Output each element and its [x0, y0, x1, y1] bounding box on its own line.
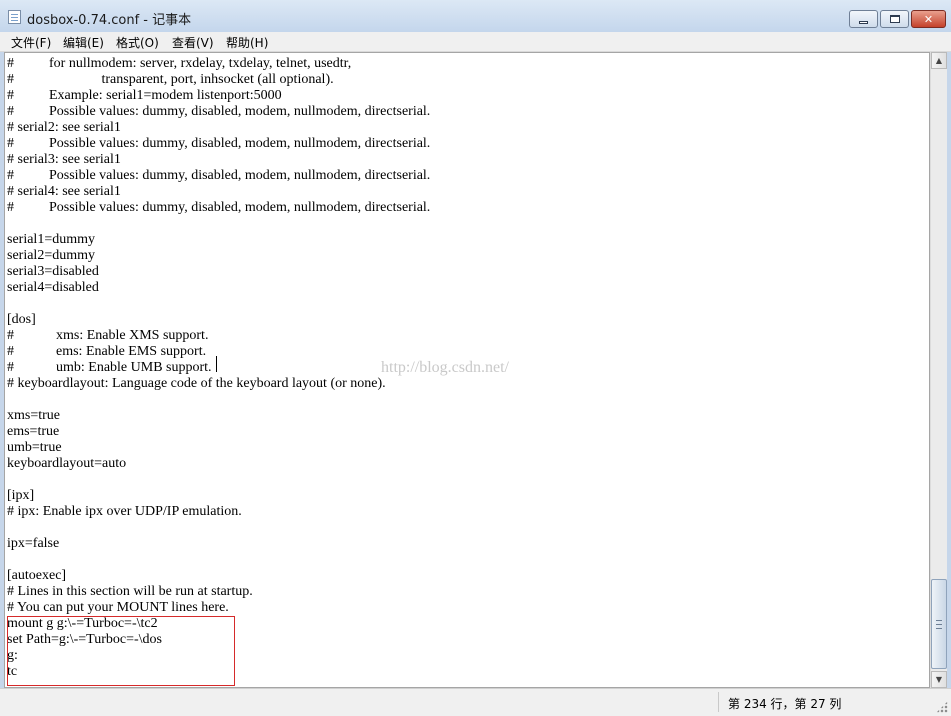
minimize-icon — [859, 20, 868, 24]
close-icon: ✕ — [923, 12, 934, 26]
editor-line: # serial3: see serial1 — [7, 152, 121, 167]
editor-line: # Possible values: dummy, disabled, mode… — [7, 200, 431, 215]
notepad-window: dosbox-0.74.conf - 记事本 ✕ 文件(F) 编辑(E) 格式(… — [0, 0, 951, 716]
scroll-up-button[interactable]: ▲ — [931, 52, 947, 69]
editor-line: serial4=disabled — [7, 280, 99, 295]
grip-icon — [936, 620, 942, 629]
editor-line: keyboardlayout=auto — [7, 456, 127, 471]
editor-line: # Possible values: dummy, disabled, mode… — [7, 168, 431, 183]
editor-line: # You can put your MOUNT lines here. — [7, 600, 229, 615]
editor-line: [dos] — [7, 312, 36, 327]
menu-view[interactable]: 查看(V) — [172, 34, 214, 51]
menu-help[interactable]: 帮助(H) — [226, 34, 268, 51]
menu-bar: 文件(F) 编辑(E) 格式(O) 查看(V) 帮助(H) — [0, 32, 951, 52]
scroll-thumb[interactable] — [931, 579, 947, 669]
title-bar[interactable]: dosbox-0.74.conf - 记事本 ✕ — [0, 0, 951, 32]
editor-line: # Possible values: dummy, disabled, mode… — [7, 104, 431, 119]
minimize-button[interactable] — [849, 10, 878, 28]
chevron-up-icon: ▲ — [935, 56, 943, 65]
editor-line: # keyboardlayout: Language code of the k… — [7, 376, 386, 391]
editor-line: # ipx: Enable ipx over UDP/IP emulation. — [7, 504, 242, 519]
editor-line: # Possible values: dummy, disabled, mode… — [7, 136, 431, 151]
highlight-annotation-box — [7, 616, 235, 686]
scroll-down-button[interactable]: ▼ — [931, 671, 947, 688]
editor-line: serial2=dummy — [7, 248, 95, 263]
editor-line: # Example: serial1=modem listenport:5000 — [7, 88, 282, 103]
editor-line: serial3=disabled — [7, 264, 99, 279]
editor-line: xms=true — [7, 408, 60, 423]
status-divider — [718, 692, 719, 712]
vertical-scrollbar[interactable]: ▲ ▼ — [930, 52, 947, 688]
editor-line: # xms: Enable XMS support. — [7, 328, 209, 343]
editor-line: # for nullmodem: server, rxdelay, txdela… — [7, 56, 352, 71]
editor-line: # umb: Enable UMB support. — [7, 360, 212, 375]
editor-line: ipx=false — [7, 536, 60, 551]
editor-line: # transparent, port, inhsocket (all opti… — [7, 72, 334, 87]
editor-line: # serial2: see serial1 — [7, 120, 121, 135]
chevron-down-icon: ▼ — [935, 675, 943, 684]
editor-line: # serial4: see serial1 — [7, 184, 121, 199]
menu-format[interactable]: 格式(O) — [116, 34, 159, 51]
watermark-text: http://blog.csdn.net/ — [381, 359, 509, 376]
editor-line: serial1=dummy — [7, 232, 95, 247]
window-title: dosbox-0.74.conf - 记事本 — [27, 13, 192, 28]
maximize-icon — [889, 15, 900, 23]
editor-line: ems=true — [7, 424, 60, 439]
editor-line: umb=true — [7, 440, 62, 455]
editor-line: # ems: Enable EMS support. — [7, 344, 207, 359]
status-bar: 第 234 行，第 27 列 — [0, 688, 951, 716]
editor-line: [ipx] — [7, 488, 35, 503]
maximize-button[interactable] — [880, 10, 909, 28]
editor-line: [autoexec] — [7, 568, 67, 583]
text-editor[interactable]: # for nullmodem: server, rxdelay, txdela… — [4, 52, 930, 688]
close-button[interactable]: ✕ — [911, 10, 946, 28]
cursor-position: 第 234 行，第 27 列 — [728, 697, 842, 711]
editor-line: # Lines in this section will be run at s… — [7, 584, 253, 599]
text-cursor — [216, 356, 217, 372]
menu-file[interactable]: 文件(F) — [11, 34, 51, 51]
notepad-icon[interactable] — [8, 10, 21, 24]
resize-grip-icon[interactable] — [936, 701, 948, 713]
editor-content[interactable]: # for nullmodem: server, rxdelay, txdela… — [7, 56, 430, 680]
menu-edit[interactable]: 编辑(E) — [63, 34, 104, 51]
